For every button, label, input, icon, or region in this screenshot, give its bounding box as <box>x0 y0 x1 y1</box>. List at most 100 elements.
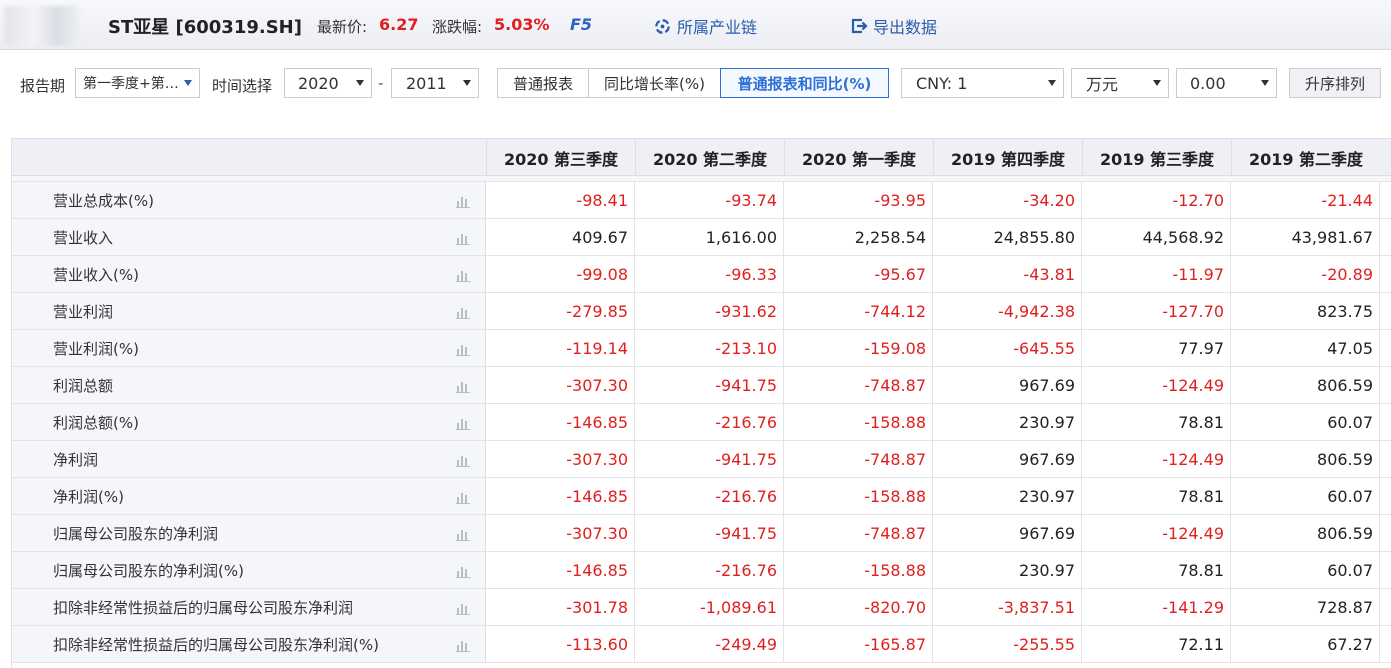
f5-refresh-button[interactable]: F5 <box>570 15 592 34</box>
time-select-label: 时间选择 <box>212 77 273 95</box>
row-label-cell: 净利润(%) <box>12 478 486 514</box>
chevron-down-icon <box>1153 80 1161 86</box>
table-cell: -11.97 <box>1082 256 1231 292</box>
bar-chart-icon[interactable] <box>456 602 470 615</box>
bar-chart-icon[interactable] <box>456 565 470 578</box>
price-label: 最新价: <box>317 18 368 36</box>
table-cell: -744.12 <box>784 293 933 329</box>
table-row: 归属母公司股东的净利润 -307.30 -941.75 -748.87 967.69 -1… <box>12 515 1391 552</box>
year-from-dropdown[interactable]: 2020 <box>284 68 372 98</box>
table-cell: 78.81 <box>1082 552 1231 588</box>
industry-chain-link[interactable]: 所属产业链 <box>653 14 757 38</box>
year-from-value: 2020 <box>298 73 339 93</box>
table-cell: -93.74 <box>635 182 784 218</box>
table-cell: 43,981.67 <box>1231 219 1380 255</box>
table-cell: -95.67 <box>784 256 933 292</box>
table-row: 扣除非经常性损益后的归属母公司股东净利润 -301.78 -1,089.61 -820… <box>12 589 1391 626</box>
currency-dropdown[interactable]: CNY: 1 <box>901 68 1064 98</box>
unit-value: 万元 <box>1086 75 1119 94</box>
unit-dropdown[interactable]: 万元 <box>1071 68 1169 98</box>
app-logo <box>4 6 80 46</box>
table-row: 利润总额 -307.30 -941.75 -748.87 967.69 -124.49 80… <box>12 367 1391 404</box>
report-period-dropdown[interactable]: 第一季度+第… <box>75 68 200 98</box>
report-period-value: 第一季度+第… <box>83 76 179 92</box>
table-cell: 78.81 <box>1082 404 1231 440</box>
table-row: 营业总成本(%) -98.41 -93.74 -93.95 -34.20 -12.70 -2… <box>12 182 1391 219</box>
bar-chart-icon[interactable] <box>456 454 470 467</box>
table-cell: 967.69 <box>933 367 1082 403</box>
bar-chart-icon[interactable] <box>456 380 470 393</box>
column-header[interactable]: 2019 第四季度 <box>933 139 1082 176</box>
stock-header: ST亚星 [600319.SH] 最新价: 6.27 涨跌幅: 5.03% F5… <box>0 0 1391 50</box>
table-cell: 823.75 <box>1231 293 1380 329</box>
table-cell: -3,837.51 <box>933 589 1082 625</box>
year-to-dropdown[interactable]: 2011 <box>391 68 479 98</box>
row-label-cell: 营业收入(%) <box>12 256 486 292</box>
row-label-cell: 营业利润(%) <box>12 330 486 366</box>
bar-chart-icon[interactable] <box>456 491 470 504</box>
export-data-link[interactable]: 导出数据 <box>850 14 937 38</box>
table-cell: -931.62 <box>635 293 784 329</box>
chevron-down-icon <box>1048 80 1056 86</box>
year-separator: - <box>378 74 384 92</box>
chevron-down-icon <box>184 80 192 86</box>
table-cell: 60.07 <box>1231 478 1380 514</box>
table-cell: -216.76 <box>635 552 784 588</box>
row-label: 营业总成本(%) <box>53 191 154 210</box>
table-cell: 47.05 <box>1231 330 1380 366</box>
ascending-sort-button[interactable]: 升序排列 <box>1289 68 1381 98</box>
table-row: 扣除非经常性损益后的归属母公司股东净利润(%) -113.60 -249.49 -16… <box>12 626 1391 663</box>
column-header[interactable]: 2019 第三季度 <box>1082 139 1231 176</box>
column-header[interactable]: 2019 第二季度 <box>1231 139 1380 176</box>
bar-chart-icon[interactable] <box>456 417 470 430</box>
segment-yoy-growth[interactable]: 同比增长率(%) <box>588 68 721 98</box>
row-label: 净利润 <box>53 450 99 469</box>
table-cell: -820.70 <box>784 589 933 625</box>
table-cell: -124.49 <box>1082 441 1231 477</box>
row-label-cell: 利润总额(%) <box>12 404 486 440</box>
row-label: 营业利润(%) <box>53 339 139 358</box>
column-header[interactable]: 2020 第二季度 <box>635 139 784 176</box>
header-item-name-column <box>12 139 486 176</box>
table-cell: -748.87 <box>784 367 933 403</box>
table-cell: -98.41 <box>486 182 635 218</box>
table-row: 利润总额(%) -146.85 -216.76 -158.88 230.97 78.81 6… <box>12 404 1391 441</box>
row-label-cell: 利润总额 <box>12 367 486 403</box>
table-cell: -158.88 <box>784 552 933 588</box>
bar-chart-icon[interactable] <box>456 343 470 356</box>
table-cell: -279.85 <box>486 293 635 329</box>
change-value: 5.03% <box>494 15 550 34</box>
table-cell: -4,942.38 <box>933 293 1082 329</box>
row-label-cell: 营业利润 <box>12 293 486 329</box>
table-cell: 806.59 <box>1231 441 1380 477</box>
table-cell: -158.88 <box>784 478 933 514</box>
row-label: 利润总额(%) <box>53 413 139 432</box>
table-cell: 60.07 <box>1231 404 1380 440</box>
table-cell: -307.30 <box>486 441 635 477</box>
bar-chart-icon[interactable] <box>456 232 470 245</box>
decimal-value: 0.00 <box>1190 73 1226 93</box>
table-cell: 24,855.80 <box>933 219 1082 255</box>
column-header[interactable]: 2020 第一季度 <box>784 139 933 176</box>
table-cell: 806.59 <box>1231 515 1380 551</box>
segment-normal-and-yoy[interactable]: 普通报表和同比(%) <box>720 68 889 98</box>
bar-chart-icon[interactable] <box>456 639 470 652</box>
bar-chart-icon[interactable] <box>456 269 470 282</box>
row-label-cell: 归属母公司股东的净利润 <box>12 515 486 551</box>
table-cell: -645.55 <box>933 330 1082 366</box>
industry-chain-icon <box>655 18 670 34</box>
table-cell: 60.07 <box>1231 552 1380 588</box>
column-header[interactable]: 2020 第三季度 <box>486 139 635 176</box>
bar-chart-icon[interactable] <box>456 306 470 319</box>
bar-chart-icon[interactable] <box>456 528 470 541</box>
row-label-cell: 扣除非经常性损益后的归属母公司股东净利润 <box>12 589 486 625</box>
table-cell: -146.85 <box>486 478 635 514</box>
segment-normal-report[interactable]: 普通报表 <box>497 68 589 98</box>
row-label: 营业利润 <box>53 302 114 321</box>
bar-chart-icon[interactable] <box>456 195 470 208</box>
decimal-dropdown[interactable]: 0.00 <box>1176 68 1277 98</box>
row-label-cell: 净利润 <box>12 441 486 477</box>
table-cell: 967.69 <box>933 515 1082 551</box>
financial-data-table: 2020 第三季度 2020 第二季度 2020 第一季度 2019 第四季度 2019… <box>11 138 1391 668</box>
table-cell: -748.87 <box>784 441 933 477</box>
